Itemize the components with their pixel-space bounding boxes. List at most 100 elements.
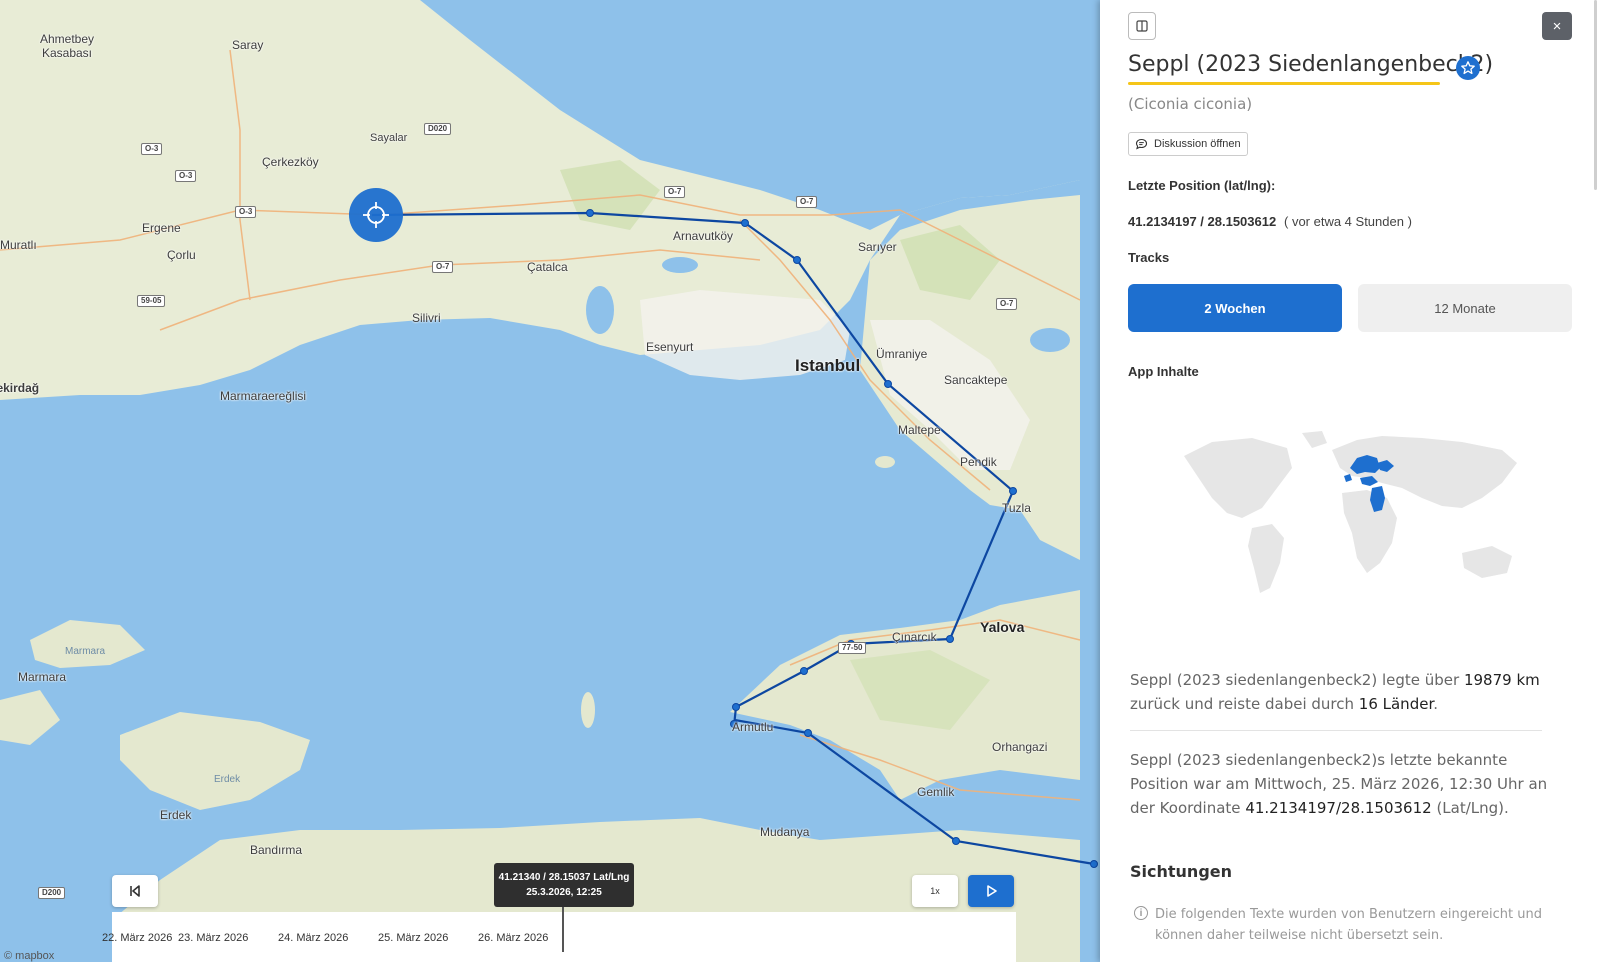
timeline-tick: 24. März 2026 (278, 932, 349, 944)
timeline-tick: 23. März 2026 (178, 932, 249, 944)
panel-scrollbar[interactable] (1594, 0, 1597, 190)
last-position-label: Letzte Position (lat/lng): (1128, 178, 1276, 193)
track-point[interactable] (732, 703, 740, 711)
place-label: Mudanya (760, 825, 810, 839)
place-label: Sayalar (370, 132, 408, 144)
animal-title: Seppl (2023 Siedenlangenbeck2) (1128, 52, 1494, 77)
place-label: Pendik (960, 455, 997, 469)
place-label-major: Istanbul (795, 356, 861, 375)
road-shield: O-7 (796, 196, 818, 208)
speed-button[interactable]: 1x (912, 875, 958, 907)
map-attribution[interactable]: © mapbox (4, 950, 54, 962)
place-label: Ergene (142, 221, 181, 235)
detail-panel: × Seppl (2023 Siedenlangenbeck2) (Ciconi… (1100, 0, 1600, 962)
tracks-label: Tracks (1128, 250, 1170, 265)
open-discussion-label: Diskussion öffnen (1154, 138, 1241, 150)
road-shield: O-7 (664, 186, 686, 198)
timeline-cursor[interactable] (562, 902, 564, 952)
track-point[interactable] (946, 635, 954, 643)
track-point[interactable] (586, 209, 594, 217)
place-label: Ümraniye (876, 347, 928, 361)
track-point[interactable] (800, 667, 808, 675)
tooltip-coords: 41.21340 / 28.15037 Lat/Lng (498, 872, 630, 883)
road-shield: O-3 (235, 206, 257, 218)
last-position-ago: ( vor etwa 4 Stunden ) (1284, 214, 1412, 229)
track-point[interactable] (741, 219, 749, 227)
timeline-tick: 22. März 2026 (102, 932, 173, 944)
road-shield: O-7 (996, 298, 1018, 310)
star-icon (1461, 61, 1475, 75)
road-shield: O-3 (175, 170, 197, 182)
road-shield: O-3 (141, 143, 163, 155)
place-label: Orhangazi (992, 740, 1048, 754)
place-label: Esenyurt (646, 340, 694, 354)
place-label: Bandırma (250, 843, 303, 857)
lastpos-text: (Lat/Lng). (1431, 799, 1509, 817)
place-label: Saray (232, 38, 264, 52)
place-label: Ahmetbey Kasabası (39, 32, 95, 60)
timeline-tick: 26. März 2026 (478, 932, 549, 944)
sightings-info-text: Die folgenden Texte wurden von Benutzern… (1155, 907, 1542, 943)
chat-icon (1135, 138, 1148, 150)
world-map-countries (1184, 431, 1517, 593)
close-panel-button[interactable]: × (1542, 12, 1572, 40)
road-shield: O-7 (432, 261, 454, 273)
play-button[interactable] (968, 875, 1014, 907)
last-position-value: 41.2134197 / 28.1503612 (1128, 214, 1277, 229)
last-position-description: Seppl (2023 siedenlangenbeck2)s letzte b… (1130, 748, 1550, 820)
app-content-label: App Inhalte (1128, 364, 1199, 379)
track-point[interactable] (1009, 487, 1017, 495)
track-point[interactable] (804, 729, 812, 737)
timeline-tick: 25. März 2026 (378, 932, 449, 944)
lastpos-coords: 41.2134197/28.1503612 (1245, 799, 1432, 817)
close-icon: × (1552, 17, 1562, 35)
sightings-heading: Sichtungen (1130, 862, 1233, 881)
place-label: Marmara (65, 646, 106, 657)
timeline-bar[interactable]: 22. März 2026 23. März 2026 24. März 202… (102, 912, 1016, 962)
track-point[interactable] (793, 256, 801, 264)
track-point[interactable] (884, 380, 892, 388)
timeline-tooltip: 41.21340 / 28.15037 Lat/Lng 25.3.2026, 1… (494, 863, 634, 907)
road-shield: D020 (424, 123, 452, 135)
place-label: Marmara (18, 670, 67, 684)
place-label: Çatalca (527, 260, 568, 274)
tab-12-months[interactable]: 12 Monate (1358, 284, 1572, 332)
track-point[interactable] (1090, 860, 1098, 868)
princes-islands (875, 456, 895, 468)
place-label: Erdek (214, 774, 241, 785)
place-label: Sancaktepe (944, 373, 1008, 387)
place-label: Sarıyer (858, 240, 897, 254)
place-label: Erdek (160, 808, 192, 822)
panel-toggle-icon (1136, 20, 1148, 32)
place-label: Gemlik (917, 785, 955, 799)
place-label-major: Yalova (980, 619, 1025, 635)
place-label: Çorlu (167, 248, 196, 262)
map-view[interactable]: Ahmetbey Kasabası Saray Sayalar Çerkezkö… (0, 0, 1100, 962)
current-position-marker[interactable] (349, 188, 403, 242)
imrali-island (581, 692, 595, 728)
track-point[interactable] (952, 837, 960, 845)
road-shield: 59-05 (137, 295, 166, 307)
tab-2-weeks[interactable]: 2 Wochen (1128, 284, 1342, 332)
place-label: Çınarcık (892, 630, 937, 644)
place-label: Armutlu (732, 720, 774, 734)
favorite-star-button[interactable] (1456, 56, 1480, 80)
place-label: Çerkezköy (262, 155, 319, 169)
summary-text: zurück und reiste dabei durch (1130, 695, 1359, 713)
skip-back-icon (130, 885, 140, 897)
place-label: Tekirdağ (0, 381, 40, 395)
road-shield: 77-50 (838, 642, 867, 654)
place-label: Silivri (412, 311, 441, 325)
info-icon: i (1134, 906, 1148, 920)
tooltip-time: 25.3.2026, 12:25 (526, 887, 602, 898)
summary-text: Seppl (2023 siedenlangenbeck2) legte übe… (1130, 671, 1464, 689)
summary-distance: 19879 km (1463, 671, 1540, 689)
place-label: Tuzla (1002, 501, 1031, 515)
place-label: Maltepe (898, 423, 941, 437)
open-discussion-button[interactable]: Diskussion öffnen (1128, 132, 1248, 156)
skip-back-button[interactable] (112, 875, 158, 907)
place-label: Arnavutköy (673, 229, 734, 243)
place-label: Muratlı (0, 238, 37, 252)
collapse-panel-button[interactable] (1128, 12, 1156, 40)
summary-countries: 16 Länder (1358, 695, 1434, 713)
